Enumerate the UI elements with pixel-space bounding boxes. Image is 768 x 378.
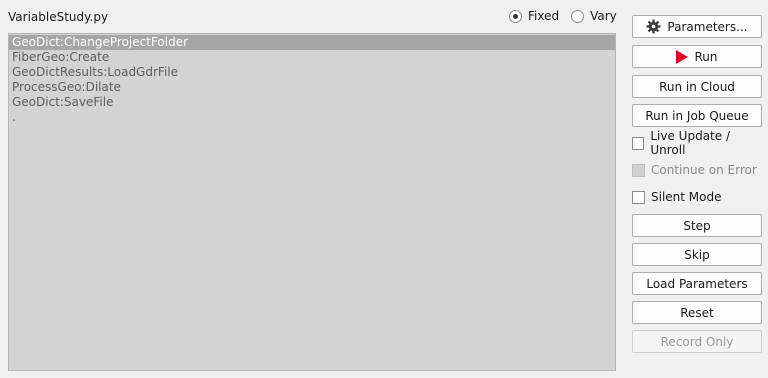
run-in-job-queue-button[interactable]: Run in Job Queue — [632, 104, 762, 127]
play-icon — [676, 49, 689, 64]
run-in-job-queue-label: Run in Job Queue — [645, 108, 749, 123]
radio-fixed-indicator[interactable] — [509, 9, 522, 23]
script-title: VariableStudy.py — [8, 10, 109, 24]
list-item[interactable]: GeoDict:ChangeProjectFolder — [9, 35, 615, 50]
run-button-label: Run — [694, 49, 718, 64]
parameters-button[interactable]: Parameters... — [632, 15, 762, 38]
radio-vary[interactable]: Vary — [571, 9, 617, 23]
run-in-cloud-button[interactable]: Run in Cloud — [632, 75, 762, 98]
load-parameters-button[interactable]: Load Parameters — [632, 272, 762, 295]
silent-mode-checkbox[interactable]: Silent Mode — [632, 188, 722, 206]
list-item[interactable]: GeoDict:SaveFile — [9, 95, 615, 110]
continue-on-error-label: Continue on Error — [651, 163, 757, 177]
reset-button-label: Reset — [680, 305, 714, 320]
step-list[interactable]: GeoDict:ChangeProjectFolder FiberGeo:Cre… — [8, 33, 616, 371]
record-only-label: Record Only — [660, 334, 734, 349]
list-item[interactable]: FiberGeo:Create — [9, 50, 615, 65]
radio-vary-indicator[interactable] — [571, 9, 585, 23]
list-item[interactable]: . — [9, 110, 615, 125]
load-parameters-label: Load Parameters — [646, 276, 748, 291]
continue-on-error-checkbox-box — [632, 163, 645, 177]
parameters-button-label: Parameters... — [667, 19, 748, 34]
silent-mode-label: Silent Mode — [651, 190, 722, 204]
record-only-button: Record Only — [632, 330, 762, 353]
live-update-label: Live Update / Unroll — [650, 129, 730, 157]
continue-on-error-checkbox: Continue on Error — [632, 161, 757, 179]
step-button[interactable]: Step — [632, 214, 762, 237]
live-update-checkbox-box[interactable] — [632, 136, 645, 150]
list-item[interactable]: GeoDictResults:LoadGdrFile — [9, 65, 615, 80]
reset-button[interactable]: Reset — [632, 301, 762, 324]
gear-icon — [646, 19, 661, 34]
radio-fixed-label: Fixed — [528, 9, 560, 23]
radio-vary-label: Vary — [590, 9, 617, 23]
live-update-checkbox[interactable]: Live Update / Unroll — [632, 129, 762, 157]
radio-fixed[interactable]: Fixed — [509, 9, 559, 23]
list-item[interactable]: ProcessGeo:Dilate — [9, 80, 615, 95]
mode-radio-group: Fixed Vary — [509, 9, 629, 23]
step-button-label: Step — [683, 218, 711, 233]
run-button[interactable]: Run — [632, 45, 762, 68]
skip-button-label: Skip — [684, 247, 710, 262]
run-in-cloud-label: Run in Cloud — [659, 79, 735, 94]
skip-button[interactable]: Skip — [632, 243, 762, 266]
silent-mode-checkbox-box[interactable] — [632, 190, 645, 204]
